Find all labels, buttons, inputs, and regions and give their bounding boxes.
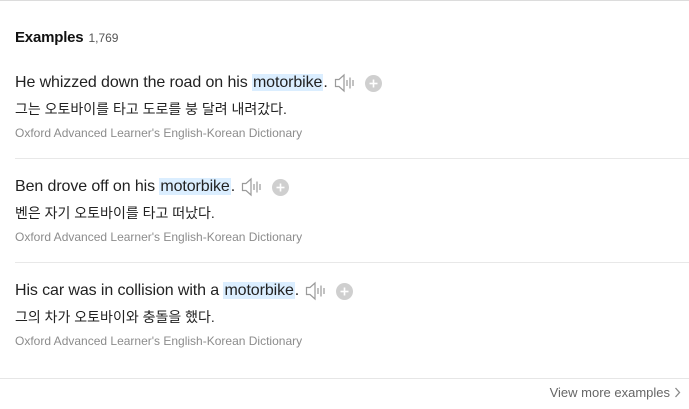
- example-english-row: Ben drove off on his motorbike.: [15, 175, 290, 199]
- plus-circle-icon[interactable]: [272, 178, 290, 196]
- example-korean-translation: 그의 차가 오토바이와 충돌을 했다.: [15, 309, 215, 325]
- speaker-icon[interactable]: [334, 73, 356, 93]
- example-english-row: His car was in collision with a motorbik…: [15, 279, 354, 303]
- view-more-label: View more examples: [549, 385, 670, 400]
- example-korean-translation: 벤은 자기 오토바이를 타고 떠났다.: [15, 205, 215, 221]
- example-source: Oxford Advanced Learner's English-Korean…: [15, 126, 303, 140]
- example-source: Oxford Advanced Learner's English-Korean…: [15, 334, 303, 348]
- example-korean-translation: 그는 오토바이를 타고 도로를 붕 달려 내려갔다.: [15, 101, 287, 117]
- example-english-row: He whizzed down the road on his motorbik…: [15, 71, 382, 95]
- example-english-sentence: He whizzed down the road on his motorbik…: [15, 74, 328, 91]
- highlighted-term: motorbike: [223, 282, 295, 299]
- example-english-sentence: His car was in collision with a motorbik…: [15, 282, 300, 299]
- speaker-icon[interactable]: [305, 281, 327, 301]
- footer-divider: [0, 378, 689, 379]
- plus-circle-icon[interactable]: [336, 282, 354, 300]
- highlighted-term: motorbike: [159, 178, 231, 195]
- top-divider: [0, 0, 689, 1]
- chevron-right-icon: [675, 387, 681, 398]
- example-source: Oxford Advanced Learner's English-Korean…: [15, 230, 303, 244]
- examples-count: 1,769: [88, 31, 119, 45]
- examples-header: Examples 1,769: [15, 29, 118, 47]
- highlighted-term: motorbike: [251, 74, 324, 91]
- example-english-sentence: Ben drove off on his motorbike.: [15, 178, 236, 195]
- example-item: He whizzed down the road on his motorbik…: [15, 71, 689, 175]
- view-more-examples-link[interactable]: View more examples: [550, 385, 681, 400]
- example-divider: [15, 262, 689, 263]
- examples-title: Examples: [15, 29, 84, 46]
- example-item: His car was in collision with a motorbik…: [15, 279, 689, 383]
- example-item: Ben drove off on his motorbike. 벤은 자기 오토…: [15, 175, 689, 279]
- example-divider: [15, 158, 689, 159]
- plus-circle-icon[interactable]: [364, 74, 382, 92]
- speaker-icon[interactable]: [241, 177, 263, 197]
